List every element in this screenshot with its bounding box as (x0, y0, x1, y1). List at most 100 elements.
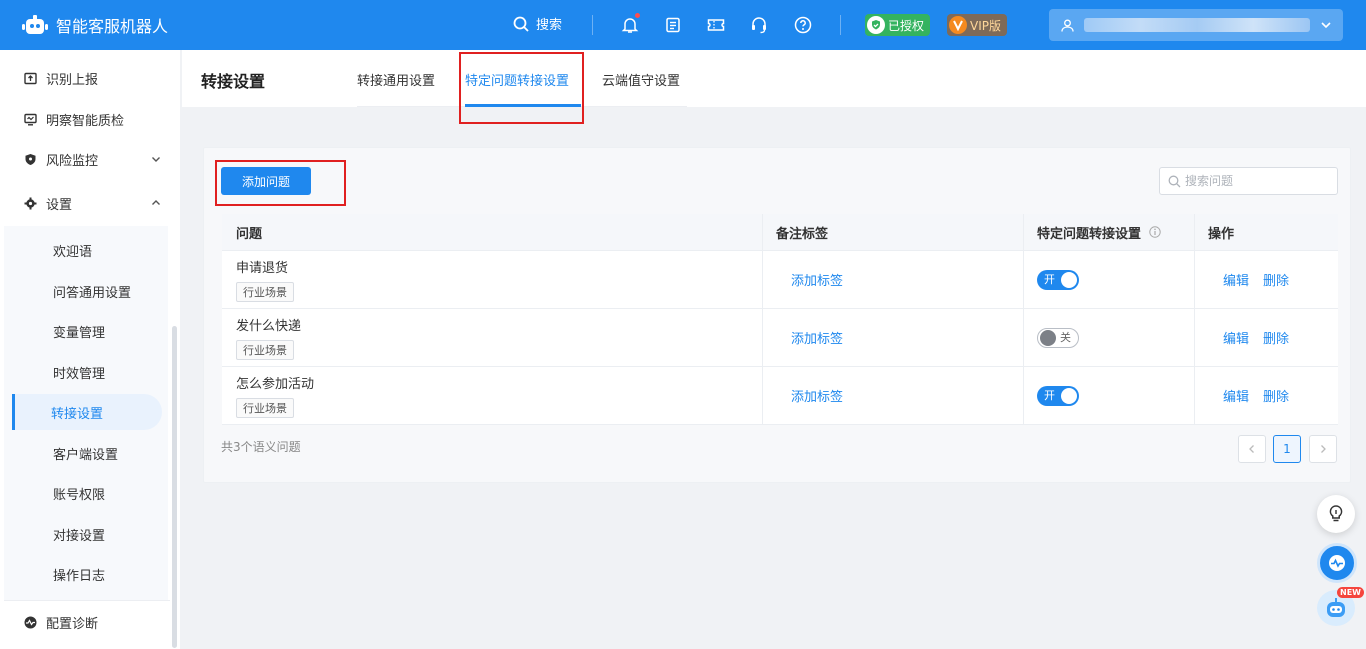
submenu-item-label: 时效管理 (53, 366, 106, 382)
lightbulb-icon (1329, 505, 1343, 522)
submenu-item-label: 账号权限 (53, 487, 106, 503)
document-button[interactable] (663, 15, 683, 35)
sidebar-item-report[interactable]: 识别上报 (0, 58, 170, 98)
submenu-item-label: 问答通用设置 (53, 285, 132, 301)
column-header-actions: 操作 (1194, 214, 1338, 251)
new-badge: NEW (1337, 587, 1364, 598)
page-title: 转接设置 (201, 72, 266, 91)
chevron-left-icon (1249, 445, 1254, 453)
sidebar-item-label: 风险监控 (46, 153, 99, 169)
sidebar-item-settings[interactable]: 设置 (0, 183, 170, 223)
column-divider (762, 214, 763, 425)
vip-badge[interactable]: VIP版 (947, 14, 1007, 36)
questions-table: 问题 备注标签 特定问题转接设置 操作 申请退货 行业场景 添加标签 开 编辑 … (222, 214, 1338, 425)
delete-link[interactable]: 删除 (1263, 386, 1289, 405)
toggle-label: 关 (1060, 331, 1071, 344)
heartbeat-icon (1329, 555, 1345, 571)
global-search-button[interactable]: 搜索 (513, 14, 562, 33)
blurred-username (1084, 18, 1310, 32)
divider (840, 15, 841, 35)
sidebar-item-diagnosis[interactable]: 配置诊断 (0, 602, 170, 642)
delete-link[interactable]: 删除 (1263, 328, 1289, 347)
edit-link[interactable]: 编辑 (1223, 328, 1249, 347)
question-circle-icon (794, 16, 812, 34)
chevron-down-icon (1321, 22, 1331, 29)
add-tag-link[interactable]: 添加标签 (791, 270, 843, 289)
submenu-item-label: 转接设置 (51, 406, 104, 422)
app-logo[interactable]: 智能客服机器人 (22, 13, 168, 37)
sidebar-item-label: 识别上报 (46, 72, 99, 88)
add-question-button[interactable]: 添加问题 (221, 167, 311, 195)
page-number-button[interactable]: 1 (1273, 435, 1301, 463)
delete-link[interactable]: 删除 (1263, 270, 1289, 289)
search-icon (1168, 175, 1181, 187)
tab-transfer-general[interactable]: 转接通用设置 (357, 70, 435, 89)
scenario-tag: 行业场景 (236, 340, 294, 360)
submenu-item-label: 操作日志 (53, 568, 106, 584)
divider (592, 15, 593, 35)
next-page-button[interactable] (1309, 435, 1337, 463)
chevron-down-icon (152, 157, 160, 162)
prev-page-button[interactable] (1238, 435, 1266, 463)
sidebar-scrollbar[interactable] (172, 326, 177, 648)
tips-float-button[interactable] (1317, 495, 1355, 533)
gear-icon (24, 197, 37, 210)
edit-link[interactable]: 编辑 (1223, 270, 1249, 289)
toggle-knob (1061, 388, 1077, 404)
top-navigation-bar: 智能客服机器人 搜索 已授权 VIP版 (0, 0, 1366, 50)
global-search-label: 搜索 (536, 18, 563, 33)
sidebar-item-risk-monitor[interactable]: 风险监控 (0, 139, 170, 179)
question-text: 发什么快递 (236, 319, 302, 334)
submenu-item-transfer[interactable]: 转接设置 (12, 394, 162, 430)
question-search-input[interactable] (1185, 174, 1325, 188)
submenu-item-label: 欢迎语 (53, 244, 93, 260)
table-row: 怎么参加活动 行业场景 添加标签 开 编辑 删除 (222, 367, 1338, 425)
submenu-item-timeliness[interactable]: 时效管理 (12, 354, 162, 390)
ticket-icon (707, 19, 725, 31)
sidebar-item-label: 明察智能质检 (46, 113, 125, 129)
transfer-toggle[interactable]: 开 (1037, 386, 1079, 406)
table-row: 发什么快递 行业场景 添加标签 关 编辑 删除 (222, 309, 1338, 367)
tab-cloud-duty[interactable]: 云端值守设置 (602, 70, 680, 89)
toggle-knob (1061, 272, 1077, 288)
tab-specific-question-transfer[interactable]: 特定问题转接设置 (465, 70, 569, 89)
submenu-item-welcome[interactable]: 欢迎语 (12, 232, 162, 268)
submenu-item-label: 对接设置 (53, 528, 106, 544)
toggle-label: 开 (1044, 273, 1055, 286)
transfer-toggle[interactable]: 开 (1037, 270, 1079, 290)
submenu-item-integration[interactable]: 对接设置 (12, 516, 162, 552)
edit-link[interactable]: 编辑 (1223, 386, 1249, 405)
document-icon (666, 17, 680, 33)
question-search-box[interactable] (1159, 167, 1338, 195)
robot-assistant-icon (1327, 598, 1345, 617)
customer-service-button[interactable] (749, 15, 769, 35)
add-tag-link[interactable]: 添加标签 (791, 328, 843, 347)
toggle-label: 开 (1044, 389, 1055, 402)
shield-icon (24, 153, 37, 166)
table-row: 申请退货 行业场景 添加标签 开 编辑 删除 (222, 251, 1338, 309)
page-header: 转接设置 转接通用设置 特定问题转接设置 云端值守设置 (182, 50, 1366, 107)
question-text: 怎么参加活动 (236, 377, 315, 392)
submenu-item-qa-general[interactable]: 问答通用设置 (12, 273, 162, 309)
quality-check-icon (24, 113, 37, 126)
user-account-dropdown[interactable] (1049, 9, 1343, 41)
help-button[interactable] (793, 15, 813, 35)
column-divider (1194, 214, 1195, 425)
monitor-float-button[interactable] (1317, 543, 1357, 583)
sidebar: 识别上报 明察智能质检 风险监控 设置 欢迎语 问答通用设置 变量管理 时效管理… (0, 50, 180, 649)
shield-check-icon (867, 16, 885, 34)
add-tag-link[interactable]: 添加标签 (791, 386, 843, 405)
authorized-badge[interactable]: 已授权 (865, 14, 931, 36)
submenu-item-variables[interactable]: 变量管理 (12, 313, 162, 349)
ticket-button[interactable] (706, 15, 726, 35)
notification-button[interactable] (620, 12, 641, 35)
submenu-item-client[interactable]: 客户端设置 (12, 435, 162, 471)
chevron-right-icon (1321, 445, 1326, 453)
scenario-tag: 行业场景 (236, 282, 294, 302)
sidebar-item-quality-check[interactable]: 明察智能质检 (0, 99, 170, 139)
transfer-toggle[interactable]: 关 (1037, 328, 1079, 348)
divider (4, 600, 170, 601)
submenu-item-operation-log[interactable]: 操作日志 (12, 556, 162, 592)
info-icon[interactable] (1149, 226, 1161, 238)
submenu-item-account-permission[interactable]: 账号权限 (12, 475, 162, 511)
